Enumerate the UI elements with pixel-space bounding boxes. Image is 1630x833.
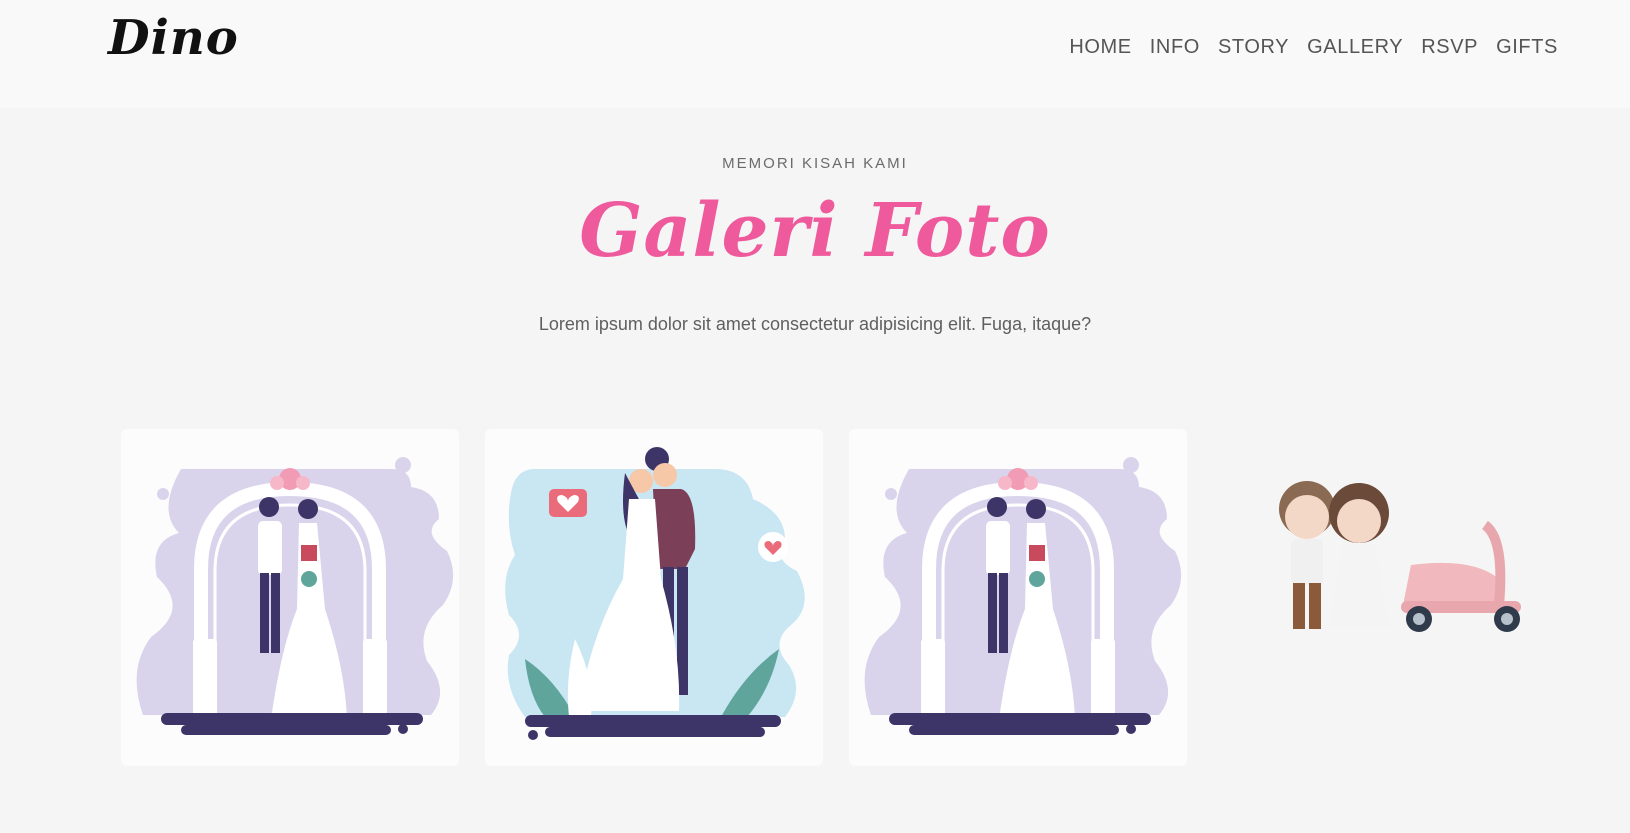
nav-item-home: HOME	[1069, 36, 1131, 59]
nav-item-gallery: GALLERY	[1307, 36, 1403, 59]
gallery-photo-2[interactable]	[485, 429, 823, 766]
section-subtitle: MEMORI KISAH KAMI	[722, 155, 908, 172]
section-description: Lorem ipsum dolor sit amet consectetur a…	[538, 314, 1092, 334]
wedding-arch-illustration	[864, 457, 1182, 735]
section-title: Galeri Foto	[579, 188, 1051, 274]
nav-link-gifts[interactable]: GIFTS	[1496, 36, 1558, 58]
nav-menu: HOME INFO STORY GALLERY RSVP GIFTS	[1069, 36, 1558, 59]
brand-logo[interactable]: Dino	[108, 10, 239, 66]
couple-scooter-illustration	[1279, 481, 1521, 632]
nav-link-home[interactable]: HOME	[1069, 36, 1131, 58]
nav-item-rsvp: RSVP	[1421, 36, 1478, 59]
hugging-couple-illustration	[505, 447, 805, 740]
gallery-photo-3[interactable]	[849, 429, 1187, 766]
photo-gallery	[121, 429, 1551, 766]
gallery-photo-4[interactable]	[1213, 429, 1551, 766]
nav-item-story: STORY	[1218, 36, 1289, 59]
navbar: Dino HOME INFO STORY GALLERY RSVP GIFTS	[0, 0, 1630, 108]
nav-link-story[interactable]: STORY	[1218, 36, 1289, 58]
nav-link-info[interactable]: INFO	[1150, 36, 1200, 58]
nav-link-rsvp[interactable]: RSVP	[1421, 36, 1478, 58]
nav-item-gifts: GIFTS	[1496, 36, 1558, 59]
gallery-photo-1[interactable]	[121, 429, 459, 766]
nav-link-gallery[interactable]: GALLERY	[1307, 36, 1403, 58]
wedding-arch-illustration	[136, 457, 454, 735]
nav-item-info: INFO	[1150, 36, 1200, 59]
